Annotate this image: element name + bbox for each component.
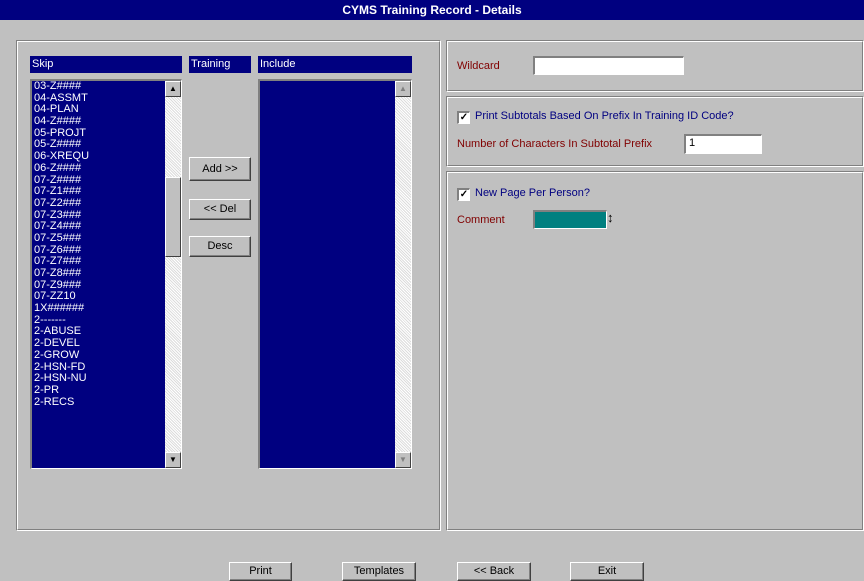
subtotal-chars-label: Number of Characters In Subtotal Prefix: [457, 138, 653, 150]
add-button-label: Add >>: [202, 163, 238, 175]
print-button[interactable]: Print: [229, 562, 292, 581]
skip-list[interactable]: 03-Z#### 04-ASSMT 04-PLAN 04-Z#### 05-PROJT 0…: [30, 79, 182, 469]
person-panel: [446, 171, 864, 531]
include-header: Include: [258, 56, 412, 73]
exit-button[interactable]: Exit: [570, 562, 644, 581]
include-scrollbar[interactable]: ▲ ▼: [395, 81, 411, 468]
scroll-up-button[interactable]: ▲: [395, 81, 411, 97]
training-header: Training: [189, 56, 251, 73]
subtotal-panel: [446, 96, 864, 167]
window-title: CYMS Training Record - Details: [0, 0, 864, 20]
desc-button[interactable]: Desc: [189, 236, 251, 257]
list-item[interactable]: 2-RECS: [34, 396, 163, 409]
list-item[interactable]: 2-GROW: [34, 349, 163, 362]
add-button[interactable]: Add >>: [189, 157, 251, 181]
skip-scrollbar[interactable]: ▲ ▼: [165, 81, 181, 468]
new-page-checkbox[interactable]: ✓: [457, 188, 470, 201]
exit-button-label: Exit: [597, 565, 617, 577]
del-button[interactable]: << Del: [189, 199, 251, 220]
scroll-thumb[interactable]: [165, 177, 181, 257]
scroll-down-button[interactable]: ▼: [165, 452, 181, 468]
list-item[interactable]: 03-Z####: [34, 81, 163, 93]
subtotal-checkbox-label: Print Subtotals Based On Prefix In Train…: [475, 110, 734, 122]
scroll-down-button[interactable]: ▼: [395, 452, 411, 468]
del-button-label: << Del: [203, 203, 237, 215]
list-item[interactable]: 07-Z5###: [34, 232, 163, 245]
subtotal-checkbox[interactable]: ✓: [457, 111, 470, 124]
print-button-label: Print: [249, 565, 272, 577]
list-item[interactable]: 1X######: [34, 302, 163, 315]
templates-button[interactable]: Templates: [342, 562, 416, 581]
skip-items: 03-Z#### 04-ASSMT 04-PLAN 04-Z#### 05-PROJT 0…: [34, 81, 163, 408]
list-item[interactable]: 07-Z2###: [34, 197, 163, 210]
new-page-checkbox-label: New Page Per Person?: [475, 187, 590, 199]
wildcard-label: Wildcard: [457, 60, 500, 72]
comment-label: Comment: [457, 214, 505, 226]
wildcard-input[interactable]: [533, 56, 684, 75]
list-item[interactable]: 06-Z####: [34, 162, 163, 175]
back-button[interactable]: << Back: [457, 562, 531, 581]
include-list[interactable]: ▲ ▼: [258, 79, 412, 469]
updown-arrows-icon[interactable]: ↕: [607, 210, 614, 225]
list-item[interactable]: 04-Z####: [34, 115, 163, 128]
list-item[interactable]: 2-PR: [34, 384, 163, 397]
scroll-up-button[interactable]: ▲: [165, 81, 181, 97]
templates-button-label: Templates: [353, 565, 405, 577]
desc-button-label: Desc: [207, 240, 233, 252]
comment-color-field[interactable]: [533, 210, 607, 229]
subtotal-chars-input[interactable]: 1: [684, 134, 762, 154]
list-item[interactable]: 07-Z8###: [34, 267, 163, 280]
skip-header: Skip: [30, 56, 182, 73]
back-button-label: << Back: [473, 565, 515, 577]
